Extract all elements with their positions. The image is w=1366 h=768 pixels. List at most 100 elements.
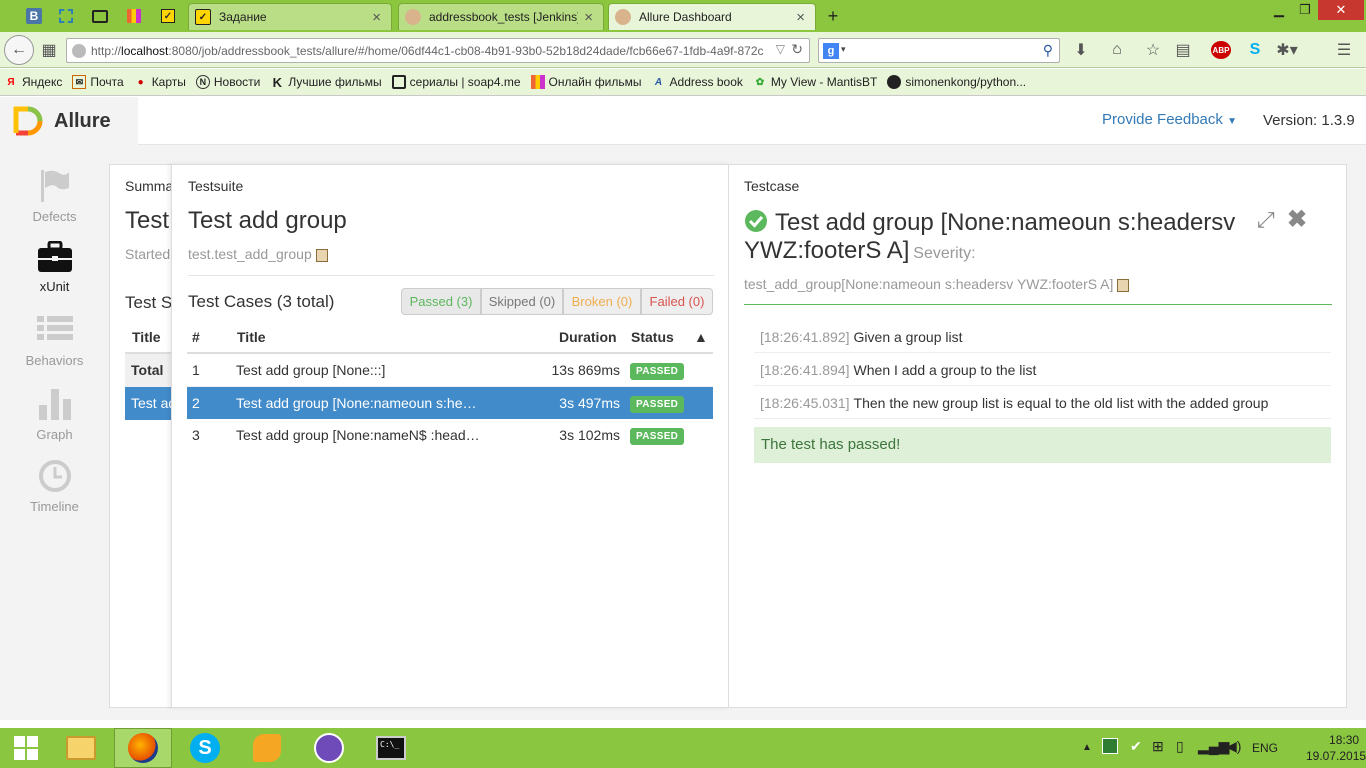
- tab-jenkins[interactable]: addressbook_tests [Jenkins] ×: [398, 3, 604, 30]
- address-book-icon: A: [654, 76, 663, 88]
- summary-col-title: Title: [132, 329, 161, 345]
- bookmark-mantis[interactable]: ✿ My View - MantisBT: [753, 75, 878, 89]
- table-row-selected[interactable]: 2 Test add group [None:nameoun s:he… 3s …: [187, 387, 713, 419]
- bookmark-films[interactable]: K Лучшие фильмы: [270, 75, 382, 90]
- skype-taskbar-button[interactable]: S: [176, 728, 234, 768]
- filter-skipped-button[interactable]: Skipped (0): [481, 288, 563, 315]
- reading-list-button[interactable]: ▤: [1172, 38, 1194, 62]
- bookmark-mail[interactable]: ✉ Почта: [72, 75, 124, 89]
- chevron-down-icon[interactable]: ▾: [841, 44, 846, 55]
- version-label: Version: 1.3.9: [1263, 112, 1355, 129]
- pinned-tab-3[interactable]: [88, 5, 112, 27]
- status-divider: [744, 304, 1332, 305]
- clock[interactable]: 18:30 19.07.2015: [1306, 733, 1366, 763]
- signal-icon[interactable]: ▂▄▆: [1198, 738, 1229, 755]
- new-tab-button[interactable]: +: [822, 6, 844, 26]
- search-box[interactable]: g ▾ ⚲: [818, 38, 1060, 63]
- tray-windows-icon[interactable]: ⊞: [1152, 738, 1164, 755]
- dropdown-icon[interactable]: ▽: [771, 42, 785, 56]
- pinned-tab-2[interactable]: [54, 5, 78, 27]
- close-icon[interactable]: ✖: [1287, 205, 1307, 234]
- testcase-id-text: test_add_group[None:nameoun s:headersv Y…: [744, 276, 1114, 292]
- sidebar-item-defects[interactable]: Defects: [0, 169, 109, 224]
- total-label: Total: [131, 362, 164, 378]
- filter-broken-button[interactable]: Broken (0): [563, 288, 641, 315]
- volume-icon[interactable]: ◀): [1226, 738, 1241, 755]
- sidebar-item-behaviors[interactable]: Behaviors: [0, 315, 109, 368]
- search-icon[interactable]: ⚲: [1043, 42, 1053, 59]
- table-row[interactable]: 1 Test add group [None:::] 13s 869ms PAS…: [187, 354, 713, 387]
- step-item[interactable]: [18:26:41.894] When I add a group to the …: [754, 354, 1331, 386]
- grid-icon: ▦: [41, 42, 57, 59]
- google-icon[interactable]: g: [823, 43, 839, 59]
- window-close-button[interactable]: ✕: [1318, 0, 1364, 20]
- testsuite-name: Test add group: [188, 207, 347, 234]
- bookmark-button[interactable]: ☆: [1142, 38, 1164, 62]
- vk-pinned-tab[interactable]: B: [22, 5, 46, 27]
- bookmark-soap4me[interactable]: сериалы | soap4.me: [391, 75, 521, 89]
- close-icon[interactable]: ×: [796, 9, 805, 26]
- menu-button[interactable]: ☰: [1330, 38, 1358, 62]
- firebug-button[interactable]: ✱▾: [1272, 38, 1302, 62]
- tab-allure[interactable]: Allure Dashboard ×: [608, 3, 816, 30]
- tab-groups-button[interactable]: ▦: [38, 38, 60, 62]
- explorer-taskbar-button[interactable]: [52, 728, 110, 768]
- pinned-tab-4[interactable]: [122, 5, 146, 27]
- col-title[interactable]: Title: [237, 329, 266, 345]
- tray-app-icon[interactable]: [1102, 738, 1118, 754]
- table-row[interactable]: 3 Test add group [None:nameN$ :head… 3s …: [187, 419, 713, 451]
- col-status[interactable]: Status: [631, 329, 674, 345]
- bookmark-yandex[interactable]: Я Яндекс: [4, 75, 62, 89]
- checkbox-icon: ✓: [161, 9, 175, 23]
- bookmark-address-book[interactable]: A Address book: [652, 75, 743, 89]
- pinned-tab-5[interactable]: ✓: [156, 5, 180, 27]
- feedback-link[interactable]: Provide Feedback ▼: [1102, 111, 1237, 128]
- sidebar-item-xunit[interactable]: xUnit: [0, 241, 109, 294]
- restore-button[interactable]: ❐: [1292, 0, 1318, 20]
- copy-icon[interactable]: [1117, 278, 1130, 292]
- sort-asc-icon[interactable]: ▲: [694, 329, 708, 345]
- tab-zadanie[interactable]: ✓ Задание ×: [188, 3, 392, 30]
- pycharm-taskbar-button[interactable]: [238, 728, 296, 768]
- step-item[interactable]: [18:26:41.892] Given a group list: [754, 321, 1331, 353]
- step-time: [18:26:45.031]: [760, 394, 850, 411]
- url-bar[interactable]: http://localhost:8080/job/addressbook_te…: [66, 38, 810, 63]
- filter-passed-button[interactable]: Passed (3): [401, 288, 481, 315]
- back-button[interactable]: ←: [4, 35, 34, 65]
- github-taskbar-button[interactable]: [300, 728, 358, 768]
- col-num[interactable]: #: [192, 329, 200, 345]
- sidebar-item-timeline[interactable]: Timeline: [0, 459, 109, 514]
- bookmark-online-films[interactable]: Онлайн фильмы: [530, 75, 642, 89]
- skype-button[interactable]: S: [1244, 38, 1266, 62]
- sidebar-item-graph[interactable]: Graph: [0, 387, 109, 442]
- downloads-button[interactable]: ⬇: [1070, 38, 1092, 62]
- expand-icon[interactable]: ⤢: [1257, 207, 1275, 233]
- col-duration[interactable]: Duration: [559, 329, 617, 345]
- close-icon[interactable]: ×: [372, 9, 381, 26]
- bookmark-label: Карты: [151, 75, 186, 89]
- bookmark-maps[interactable]: ● Карты: [134, 75, 186, 89]
- copy-icon[interactable]: [315, 248, 328, 262]
- allure-brand[interactable]: Allure: [0, 97, 138, 145]
- start-button[interactable]: [0, 728, 52, 768]
- testcase-title-line1: Test add group [None:nameoun s:headersv: [775, 209, 1236, 236]
- tray-expand-icon[interactable]: ▲: [1082, 742, 1092, 753]
- clock-icon: [38, 460, 71, 492]
- filter-failed-button[interactable]: Failed (0): [641, 288, 713, 315]
- adblock-button[interactable]: ABP: [1206, 38, 1236, 62]
- firefox-taskbar-button[interactable]: [114, 728, 172, 768]
- reload-icon[interactable]: ↻: [791, 41, 803, 58]
- close-icon[interactable]: ×: [584, 9, 593, 26]
- arrow-left-icon: ←: [11, 41, 27, 58]
- language-indicator[interactable]: ENG: [1252, 741, 1278, 755]
- step-item[interactable]: [18:26:45.031] Then the new group list is…: [754, 387, 1331, 419]
- battery-icon[interactable]: ▯: [1176, 738, 1184, 755]
- cmd-taskbar-button[interactable]: C:\_: [362, 728, 420, 768]
- bookmark-news[interactable]: N Новости: [195, 75, 260, 89]
- checkbox-icon: ✓: [195, 9, 211, 25]
- home-button[interactable]: ⌂: [1106, 38, 1128, 62]
- minimize-button[interactable]: ▁: [1266, 0, 1292, 20]
- tray-check-icon[interactable]: ✔: [1130, 738, 1142, 755]
- status-badge: PASSED: [630, 428, 685, 445]
- bookmark-github[interactable]: simonenkong/python...: [887, 75, 1026, 89]
